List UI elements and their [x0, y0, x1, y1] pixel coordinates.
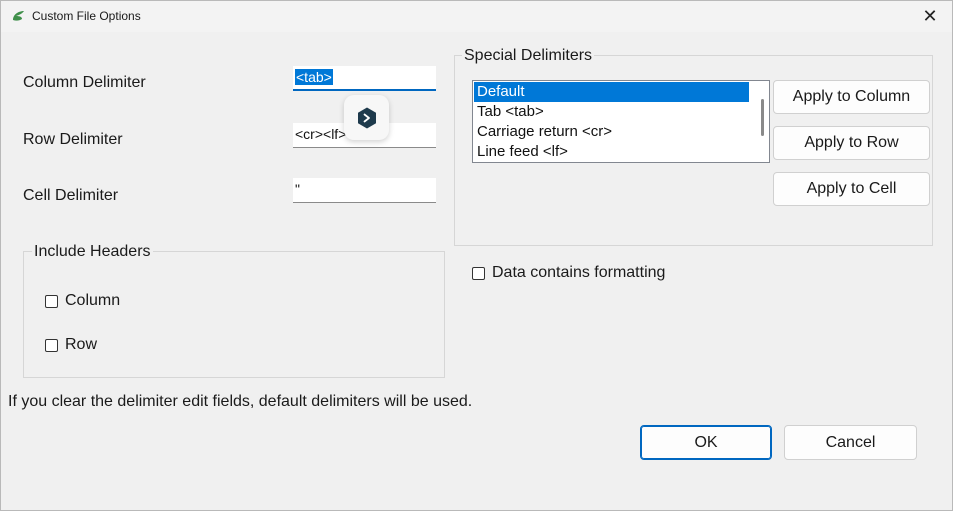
list-item-tab[interactable]: Tab <tab>	[474, 102, 749, 122]
dialog-window: Custom File Options ✕ Column Delimiter <…	[0, 0, 953, 511]
list-scrollbar[interactable]	[761, 99, 764, 136]
column-delimiter-value: <tab>	[295, 69, 333, 85]
cell-delimiter-label: Cell Delimiter	[23, 187, 119, 204]
list-items-container: Default Tab <tab> Carriage return <cr> L…	[473, 81, 769, 162]
cell-delimiter-value: "	[295, 181, 300, 197]
row-delimiter-label: Row Delimiter	[23, 131, 123, 148]
data-formatting-checkbox[interactable]: Data contains formatting	[472, 264, 665, 282]
row-delimiter-value: <cr><lf>	[295, 126, 347, 142]
apply-to-cell-button[interactable]: Apply to Cell	[773, 172, 930, 206]
row-checkbox-box[interactable]	[45, 338, 58, 352]
ok-button[interactable]: OK	[640, 425, 772, 460]
close-icon: ✕	[922, 6, 938, 26]
app-logo-icon	[13, 11, 24, 21]
window-title: Custom File Options	[32, 9, 141, 23]
column-delimiter-field[interactable]: <tab>	[293, 66, 436, 91]
close-button[interactable]: ✕	[908, 1, 952, 32]
apply-to-row-button[interactable]: Apply to Row	[773, 126, 930, 160]
row-header-checkbox[interactable]: Row	[45, 336, 97, 354]
overlay-badge-icon	[357, 107, 376, 128]
cell-delimiter-field[interactable]: "	[293, 178, 436, 203]
apply-to-column-button[interactable]: Apply to Column	[773, 80, 930, 114]
overlay-badge[interactable]	[344, 95, 389, 140]
list-item-carriage-return[interactable]: Carriage return <cr>	[474, 122, 749, 142]
cancel-button[interactable]: Cancel	[784, 425, 917, 460]
column-header-checkbox[interactable]: Column	[45, 292, 120, 310]
row-checkbox-label: Row	[65, 336, 98, 353]
formatting-checkbox-box[interactable]	[472, 266, 485, 280]
special-delimiters-legend: Special Delimiters	[462, 47, 595, 65]
column-delimiter-label: Column Delimiter	[23, 74, 146, 91]
hint-text: If you clear the delimiter edit fields, …	[8, 393, 473, 410]
title-bar[interactable]: Custom File Options ✕	[1, 1, 952, 32]
column-checkbox-box[interactable]	[45, 294, 58, 308]
formatting-checkbox-label: Data contains formatting	[492, 264, 666, 281]
include-headers-group	[23, 251, 445, 378]
special-delimiters-list[interactable]: Default Tab <tab> Carriage return <cr> L…	[472, 80, 770, 163]
list-item-line-feed[interactable]: Line feed <lf>	[474, 142, 749, 162]
list-item-default[interactable]: Default	[474, 82, 749, 102]
include-headers-legend: Include Headers	[32, 243, 153, 261]
column-checkbox-label: Column	[65, 292, 121, 309]
